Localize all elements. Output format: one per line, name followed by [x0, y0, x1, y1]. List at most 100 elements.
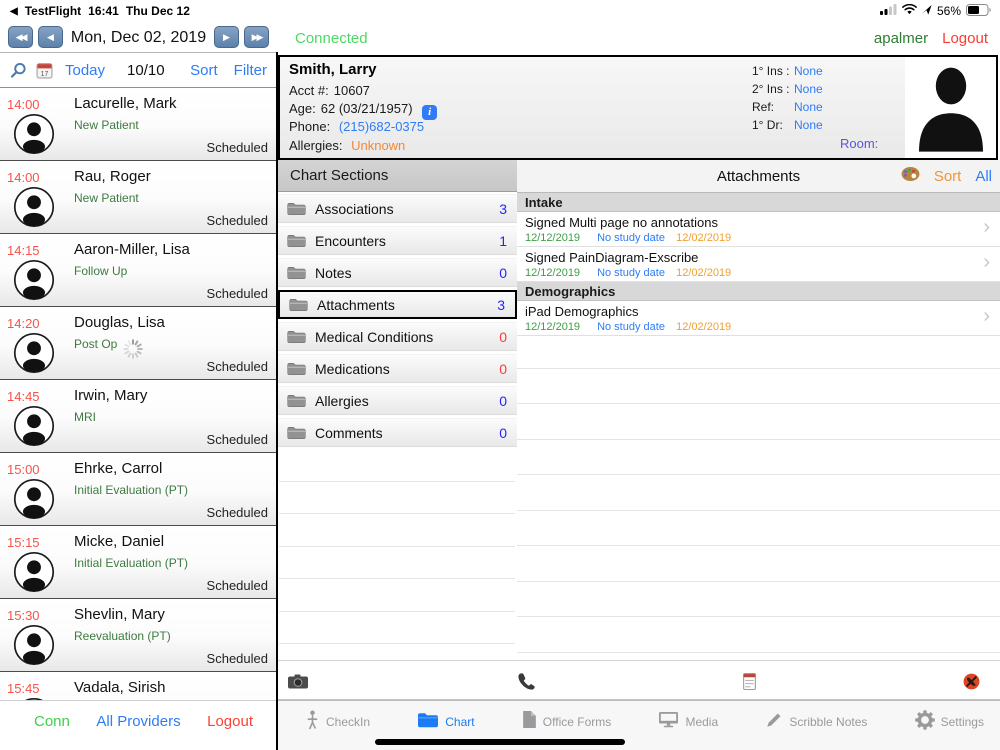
camera-icon[interactable] [288, 661, 308, 701]
attachment-date-service: 12/02/2019 [676, 267, 732, 279]
patient-avatar-icon [13, 624, 55, 666]
appointment-type: Post Op [74, 337, 118, 351]
tab-media[interactable]: Media [658, 711, 718, 733]
attachment-title: Signed Multi page no annotations [525, 215, 718, 230]
appointment-row[interactable]: 14:45 Irwin, Mary MRI Scheduled [0, 380, 277, 453]
attachment-item[interactable]: Signed PainDiagram-Exscribe 12/12/2019 N… [517, 247, 1000, 282]
section-row-medical-conditions[interactable]: Medical Conditions 0 [278, 322, 517, 351]
status-time: 16:41 [88, 4, 119, 18]
section-row-encounters[interactable]: Encounters 1 [278, 226, 517, 255]
referral-value[interactable]: None [794, 100, 823, 114]
sort-button[interactable]: Sort [190, 62, 218, 79]
appointment-time: 15:15 [7, 535, 40, 550]
attachments-all-button[interactable]: All [975, 168, 992, 185]
patient-avatar-icon [13, 113, 55, 155]
appointment-status: Scheduled [206, 578, 268, 593]
next-week-button[interactable]: ▶▶ [244, 26, 269, 48]
today-button[interactable]: Today [65, 62, 105, 79]
home-indicator[interactable] [375, 739, 625, 745]
next-day-button[interactable]: ▶ [214, 26, 239, 48]
tab-scribble-notes[interactable]: Scribble Notes [765, 711, 867, 734]
attachment-date-created: 12/12/2019 [525, 267, 581, 279]
appointment-row[interactable]: 15:30 Shevlin, Mary Reevaluation (PT) Sc… [0, 599, 277, 672]
attachment-date-created: 12/12/2019 [525, 232, 581, 244]
appointment-count: 10/10 [127, 61, 165, 79]
panel-divider [276, 52, 278, 750]
primary-insurance-value[interactable]: None [794, 64, 823, 78]
attachment-group-header-demographics: Demographics [517, 282, 1000, 301]
tab-office-forms[interactable]: Office Forms [522, 710, 611, 734]
patient-avatar-icon [13, 332, 55, 374]
appointment-row[interactable]: 15:00 Ehrke, Carrol Initial Evaluation (… [0, 453, 277, 526]
filter-button[interactable]: Filter [234, 62, 267, 79]
phone-icon[interactable] [517, 661, 536, 701]
tab-checkin[interactable]: CheckIn [305, 710, 370, 735]
palette-icon[interactable] [901, 166, 920, 187]
phone-link[interactable]: (215)682-0375 [339, 119, 424, 134]
appointment-row[interactable]: 14:15 Aaron-Miller, Lisa Follow Up Sched… [0, 234, 277, 307]
logout-button[interactable]: Logout [942, 30, 988, 47]
appointment-row[interactable]: 15:45 Vadala, Sirish [0, 672, 277, 700]
patient-name: Aaron-Miller, Lisa [74, 241, 190, 258]
attachment-study-date: No study date [597, 267, 665, 279]
section-row-medications[interactable]: Medications 0 [278, 354, 517, 383]
attachment-item[interactable]: iPad Demographics 12/12/2019 No study da… [517, 301, 1000, 336]
attachments-sort-button[interactable]: Sort [934, 168, 962, 185]
notepad-icon[interactable] [743, 661, 756, 701]
appointment-status: Scheduled [206, 651, 268, 666]
schedule-logout-button[interactable]: Logout [207, 713, 253, 730]
tab-settings[interactable]: Settings [914, 709, 984, 735]
empty-row-divider [517, 439, 1000, 440]
empty-row-divider [279, 546, 515, 547]
patient-avatar-icon [13, 478, 55, 520]
appointment-row[interactable]: 14:00 Lacurelle, Mark New Patient Schedu… [0, 88, 277, 161]
empty-row-divider [517, 545, 1000, 546]
attachment-study-date: No study date [597, 232, 665, 244]
attachment-group-header-intake: Intake [517, 193, 1000, 212]
appointment-status: Scheduled [206, 213, 268, 228]
appointment-type: Initial Evaluation (PT) [74, 556, 189, 570]
gear-icon [914, 709, 935, 735]
appointment-time: 14:15 [7, 243, 40, 258]
appointment-time: 14:00 [7, 170, 40, 185]
appointment-row[interactable]: 15:15 Micke, Daniel Initial Evaluation (… [0, 526, 277, 599]
loading-spinner-icon [122, 338, 144, 360]
allergies-value[interactable]: Unknown [351, 138, 405, 153]
all-providers-button[interactable]: All Providers [70, 713, 207, 730]
section-row-allergies[interactable]: Allergies 0 [278, 386, 517, 415]
appointment-list: 14:00 Lacurelle, Mark New Patient Schedu… [0, 88, 277, 700]
connected-status: Connected [295, 30, 368, 47]
info-icon[interactable]: i [422, 105, 438, 120]
status-bar: ◀ TestFlight 16:41 Thu Dec 12 56% [0, 0, 1000, 22]
chevron-right-icon: › [983, 305, 990, 327]
no-phone-icon[interactable] [963, 661, 980, 701]
secondary-insurance-value[interactable]: None [794, 82, 823, 96]
appointment-row[interactable]: 14:20 Douglas, Lisa Post Op Scheduled [0, 307, 277, 380]
attachment-item[interactable]: Signed Multi page no annotations 12/12/2… [517, 212, 1000, 247]
folder-icon [287, 266, 306, 280]
patient-name: Douglas, Lisa [74, 314, 165, 331]
appointment-time: 14:20 [7, 316, 40, 331]
calendar-icon[interactable]: 17 [36, 62, 53, 79]
document-icon [522, 710, 537, 734]
connection-status-button[interactable]: Conn [34, 713, 70, 730]
section-row-associations[interactable]: Associations 3 [278, 194, 517, 223]
patient-photo[interactable] [905, 57, 996, 158]
search-icon[interactable] [10, 62, 27, 79]
tab-chart[interactable]: Chart [417, 712, 475, 733]
appointment-row[interactable]: 14:00 Rau, Roger New Patient Scheduled [0, 161, 277, 234]
primary-doctor-value[interactable]: None [794, 118, 823, 132]
chart-sections-title: Chart Sections [278, 160, 517, 192]
attachment-dates: 12/12/2019 No study date 12/02/2019 [525, 267, 731, 279]
checkin-person-icon [305, 710, 320, 735]
section-row-attachments[interactable]: Attachments 3 [278, 290, 517, 319]
patient-allergies: Allergies: Unknown [289, 138, 406, 153]
attachment-date-service: 12/02/2019 [676, 321, 732, 333]
back-to-app-icon[interactable]: ◀ [10, 6, 18, 17]
section-row-comments[interactable]: Comments 0 [278, 418, 517, 447]
empty-row-divider [517, 510, 1000, 511]
back-to-app-label[interactable]: TestFlight [25, 4, 81, 18]
patient-insurance-block: 1° Ins : None 2° Ins : None Ref: None 1° Dr… [752, 64, 823, 132]
app-root: ◀ TestFlight 16:41 Thu Dec 12 56% ◀◀ ◀ M… [0, 0, 1000, 750]
section-row-notes[interactable]: Notes 0 [278, 258, 517, 287]
